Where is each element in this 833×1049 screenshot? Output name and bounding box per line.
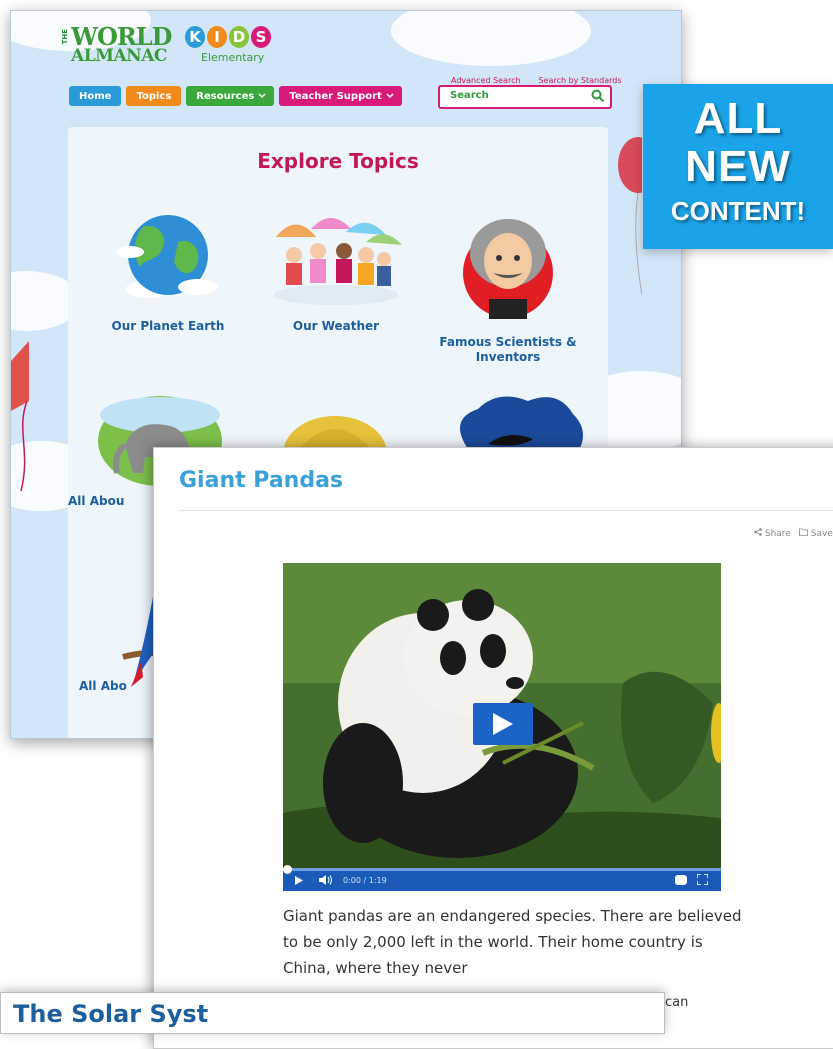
topic-label: Famous Scientists & Inventors — [428, 335, 588, 365]
share-save-bar: Share Save — [754, 528, 833, 539]
kite-icon — [11, 341, 29, 491]
search-links: Advanced Search Search by Standards — [451, 76, 622, 85]
logo-kids-letter: I — [207, 26, 227, 48]
advanced-search-link[interactable]: Advanced Search — [451, 76, 521, 85]
article-paragraph-fragment: can — [665, 995, 689, 1010]
page-title: Explore Topics — [257, 149, 419, 173]
play-icon[interactable] — [295, 876, 303, 885]
scrubber-handle[interactable] — [283, 865, 292, 874]
closed-captions-icon[interactable] — [675, 875, 687, 885]
topic-label-line: Famous Scientists & — [439, 335, 577, 349]
nav-resources[interactable]: Resources — [186, 86, 275, 106]
share-label: Share — [764, 529, 791, 539]
site-header: THE WORLD ALMANAC K I D S Elementary Hom… — [11, 11, 681, 126]
topic-label: All Abou — [68, 494, 125, 508]
topic-label: Our Weather — [292, 319, 380, 333]
nav-teacher-support[interactable]: Teacher Support — [279, 86, 402, 106]
topic-label-line: Inventors — [475, 350, 541, 364]
topic-famous-scientists[interactable]: Famous Scientists & Inventors — [428, 203, 588, 365]
badge-line: NEW — [685, 142, 791, 191]
logo-the: THE — [61, 29, 69, 45]
logo-elementary: Elementary — [201, 51, 265, 64]
giant-pandas-window: Giant Pandas Share Save 0:00 / 1:19 Gian… — [153, 447, 833, 1049]
save-button[interactable]: Save — [798, 528, 833, 539]
share-button[interactable]: Share — [754, 528, 791, 539]
scientist-icon — [463, 219, 553, 319]
logo-kids-letter: K — [185, 26, 205, 48]
nav-teacher-support-label: Teacher Support — [289, 90, 382, 102]
chevron-down-icon — [258, 93, 266, 99]
volume-icon[interactable] — [319, 875, 333, 885]
globe-icon — [116, 215, 218, 298]
save-label: Save — [810, 529, 833, 539]
logo-kids: K I D S — [185, 26, 271, 48]
title-divider — [179, 510, 833, 511]
kids-umbrellas-icon — [274, 218, 402, 305]
nav-home-label: Home — [79, 90, 112, 102]
topic-our-weather[interactable]: Our Weather — [256, 207, 416, 334]
badge-line: ALL — [693, 94, 783, 143]
folder-icon — [798, 528, 808, 536]
nav-topics-label: Topics — [136, 90, 172, 102]
badge-line: CONTENT! — [670, 196, 806, 226]
article-paragraph: Giant pandas are an endangered species. … — [283, 907, 742, 977]
video-controls: 0:00 / 1:19 — [283, 865, 721, 891]
chevron-down-icon — [386, 93, 394, 99]
play-icon — [493, 713, 513, 735]
play-button[interactable] — [473, 703, 533, 745]
nav-resources-label: Resources — [196, 90, 255, 102]
video-time: 0:00 / 1:19 — [343, 876, 387, 885]
share-icon — [754, 528, 762, 536]
topic-label: Our Planet Earth — [111, 319, 225, 333]
logo-kids-letter: S — [251, 26, 271, 48]
main-nav: Home Topics Resources Teacher Support — [69, 86, 402, 106]
search-placeholder: Search — [450, 90, 489, 101]
logo-kids-letter: D — [229, 26, 249, 48]
topic-label: All Abo — [79, 679, 127, 693]
solar-system-window: The Solar Syst — [0, 992, 665, 1034]
video-scrubber[interactable] — [283, 865, 721, 874]
search-by-standards-link[interactable]: Search by Standards — [539, 76, 622, 85]
search-input[interactable]: Search — [438, 85, 612, 109]
search-icon[interactable] — [591, 89, 605, 103]
all-new-content-badge: ALL NEW CONTENT! — [643, 84, 833, 249]
balloon-icon — [618, 137, 642, 295]
nav-topics[interactable]: Topics — [126, 86, 182, 106]
video-player[interactable]: 0:00 / 1:19 — [283, 563, 721, 891]
article-title: Giant Pandas — [179, 468, 344, 493]
logo-almanac: ALMANAC — [71, 46, 167, 66]
topic-our-planet-earth[interactable]: Our Planet Earth — [88, 207, 248, 334]
article-title: The Solar Syst — [13, 1000, 209, 1028]
nav-home[interactable]: Home — [69, 86, 122, 106]
fullscreen-icon[interactable] — [697, 874, 708, 885]
